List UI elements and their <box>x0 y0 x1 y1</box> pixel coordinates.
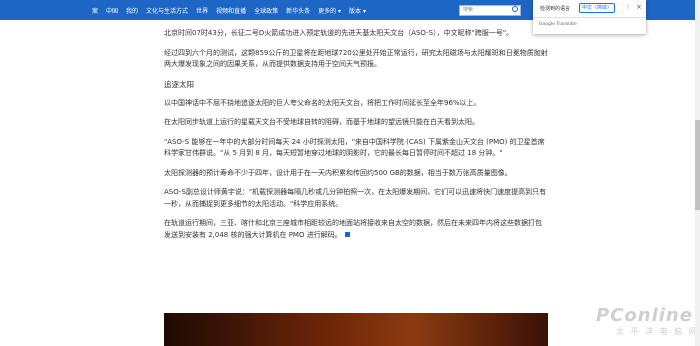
nav-item-video[interactable]: 视频和直播 <box>216 6 246 15</box>
google-translate-label: Google Translate <box>539 22 577 27</box>
nav-item-more[interactable]: 更多的 ▾ <box>318 6 341 15</box>
nav-item-policy[interactable]: 全球政策 <box>254 6 278 15</box>
article-paragraph: 北京时间07时43分，长征二号D火箭成功进入预定轨道的先进天基太阳天文台（ASO… <box>164 29 514 37</box>
nav-item-edition[interactable]: 版本 ▾ <box>349 6 366 15</box>
article-paragraph-last: 在轨道运行期间，三亚、喀什和北京三座城市相距较远的地面站将接收来自太空的数据，然… <box>164 218 548 241</box>
article-paragraph-text: 在轨道运行期间，三亚、喀什和北京三座城市相距较远的地面站将接收来自太空的数据，然… <box>164 219 542 239</box>
search-icon[interactable] <box>512 6 518 12</box>
nav-item-mine[interactable]: 我的 <box>126 6 138 15</box>
detected-language-label[interactable]: 检测到的语言 <box>540 5 570 12</box>
nav-item-headlines[interactable]: 新华头条 <box>286 6 310 15</box>
nav-item-china[interactable]: 中国 <box>106 6 118 15</box>
end-mark-icon <box>344 232 350 237</box>
article-body: 北京时间07时43分，长征二号D火箭成功进入预定轨道的先进天基太阳天文台（ASO… <box>164 28 548 249</box>
nav-item-world[interactable]: 世界 <box>196 6 208 15</box>
close-icon[interactable]: × <box>636 3 642 11</box>
nav-items: 案 中国 我的 文化与生活方式 世界 视频和直播 全球政策 新华头条 更多的 ▾… <box>92 0 374 20</box>
watermark-subtitle: 太 平 洋 电 脑 网 <box>616 327 699 336</box>
nav-item-culture[interactable]: 文化与生活方式 <box>146 6 188 15</box>
watermark-logo: PConline <box>596 305 693 326</box>
translate-popup-divider <box>533 17 646 18</box>
article-paragraph: ASO-S副总设计师黄宇说："机载探测器每隔几秒或几分钟拍照一次，在太阳爆发期间… <box>164 188 547 208</box>
article-paragraph: 经过四到六个月的测试，这颗859公斤的卫星将在距地球720公里处开始正常运行，研… <box>164 48 548 69</box>
section-heading: 追逐太阳 <box>164 79 194 89</box>
article-paragraph: 太阳探测器的预计寿命不少于四年，设计用于在一天内积累和传回约500 GB的数据，… <box>164 168 512 177</box>
article-paragraph: 在太阳同步轨道上运行的星载天文台不受地球自转的阻碍，而基于地球的望远镜只能在白天… <box>164 118 479 126</box>
article-image <box>164 313 548 346</box>
scrollbar-thumb[interactable] <box>695 120 700 210</box>
translate-to-chinese-button[interactable]: 中文（简体） <box>579 3 615 13</box>
more-options-icon[interactable]: ⋮ <box>625 4 631 11</box>
nav-item-home[interactable]: 案 <box>92 6 98 15</box>
article-paragraph: 以中国神话中不屈不挠地追逐太阳的巨人夸父命名的太阳天文台，将把工作时间延长至全年… <box>164 98 481 107</box>
article-paragraph: "ASO-S 能够在一年中的大部分时间每天 24 小时探测太阳，"来自中国科学院… <box>164 137 545 158</box>
